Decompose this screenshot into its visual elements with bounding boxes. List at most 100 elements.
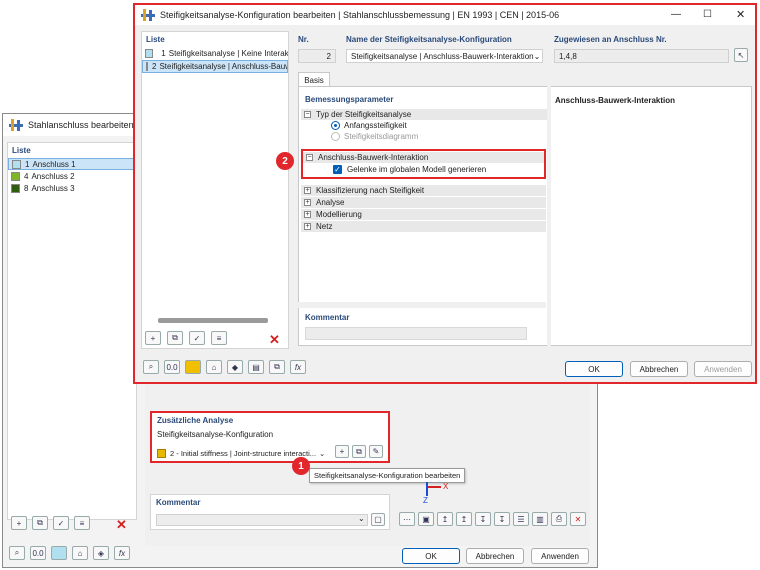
color-swatch — [157, 448, 166, 458]
view-toolbar: ⋯ ▣ ↥ ↥ ↧ ↧ ☰ ▥ ⎙ ✕ — [399, 512, 586, 526]
info-panel-title: Anschluss-Bauwerk-Interaktion — [555, 96, 676, 105]
box-icon[interactable]: ▥ — [532, 512, 548, 526]
back-ok-button[interactable]: OK — [402, 548, 460, 564]
front-cancel-button[interactable]: Abbrechen — [630, 361, 688, 377]
tree-group-type[interactable]: − Typ der Steifigkeitsanalyse — [301, 109, 547, 120]
back-apply-button[interactable]: Anwenden — [531, 548, 589, 564]
color-swatch — [146, 62, 148, 71]
save-icon[interactable]: ▤ — [248, 360, 264, 374]
search-icon[interactable]: ⌕ — [143, 360, 159, 374]
front-list-title: Liste — [146, 35, 165, 44]
list-item[interactable]: 4 Anschluss 2 — [8, 170, 136, 182]
config-label: Steifigkeitsanalyse-Konfiguration — [157, 430, 274, 439]
model-icon[interactable]: ⌂ — [72, 546, 88, 560]
badge-one: 1 — [292, 457, 310, 475]
layer-icon[interactable]: ☰ — [513, 512, 529, 526]
expand-icon[interactable]: + — [304, 187, 311, 194]
list-scrollbar[interactable] — [158, 318, 268, 323]
back-bottom-toolbar: ⌕ 0.0 ⌂ ◈ fx — [9, 546, 130, 560]
new-item-icon[interactable]: + — [11, 516, 27, 530]
front-ok-button[interactable]: OK — [565, 361, 623, 377]
badge-two: 2 — [276, 152, 294, 170]
expand-icon[interactable]: + — [304, 211, 311, 218]
tree-group-mesh[interactable]: + Netz — [301, 221, 546, 232]
model-icon[interactable]: ⌂ — [206, 360, 222, 374]
new-config-icon[interactable]: + — [335, 445, 349, 458]
axis-xz-icon[interactable]: ↥ — [437, 512, 453, 526]
radio-off-icon — [331, 132, 340, 141]
check-options-icon[interactable]: ≡ — [74, 516, 90, 530]
copy-item-icon[interactable]: ⧉ — [32, 516, 48, 530]
list-item[interactable]: 1 Steifigkeitsanalyse | Keine Interaktio… — [142, 47, 288, 60]
front-window-title: Steifigkeitsanalyse-Konfiguration bearbe… — [160, 10, 560, 20]
list-item[interactable]: 8 Anschluss 3 — [8, 182, 136, 194]
copy-icon[interactable]: ⧉ — [269, 360, 285, 374]
axis-x-line — [427, 486, 441, 488]
name-field[interactable]: Steifigkeitsanalyse | Anschluss-Bauwerk-… — [346, 49, 543, 63]
tree-group-modeling[interactable]: + Modellierung — [301, 209, 546, 220]
list-item[interactable]: 1 Anschluss 1 — [8, 158, 136, 170]
axis-yz-icon[interactable]: ↥ — [456, 512, 472, 526]
front-comment-panel: Kommentar — [301, 310, 547, 344]
reset-view-icon[interactable]: ✕ — [570, 512, 586, 526]
collapsed-groups: + Klassifizierung nach Steifigkeit + Ana… — [301, 185, 546, 232]
tree-group-interaction[interactable]: − Anschluss-Bauwerk-Interaktion — [303, 152, 544, 163]
collapse-icon[interactable]: − — [306, 154, 313, 161]
axis-z-line — [426, 482, 428, 496]
copy-config-icon[interactable]: ⧉ — [352, 445, 366, 458]
units-icon[interactable]: 0.0 — [30, 546, 46, 560]
chevron-down-icon: ⌄ — [533, 51, 541, 61]
formula-icon[interactable]: fx — [290, 360, 306, 374]
check-all-icon[interactable]: ✓ — [53, 516, 69, 530]
units-icon[interactable]: 0.0 — [164, 360, 180, 374]
tree-group-classification[interactable]: + Klassifizierung nach Steifigkeit — [301, 185, 546, 196]
check-options-icon[interactable]: ≡ — [211, 331, 227, 345]
radio-initial[interactable]: Anfangssteifigkeit — [301, 120, 547, 131]
comment-input[interactable] — [305, 327, 527, 340]
new-item-icon[interactable]: + — [145, 331, 161, 345]
edit-config-icon[interactable]: ✎ — [369, 445, 383, 458]
checkbox-generate-hinges[interactable]: ✓ Gelenke im globalen Modell generieren — [303, 163, 544, 175]
comment-extra-icon[interactable]: ▢ — [371, 513, 385, 526]
delete-icon[interactable]: ✕ — [116, 517, 127, 533]
expand-icon[interactable]: + — [304, 199, 311, 206]
front-comment-title: Kommentar — [305, 313, 350, 322]
back-cancel-button[interactable]: Abbrechen — [466, 548, 524, 564]
panel-divider — [298, 302, 546, 308]
print-icon[interactable]: ⎙ — [551, 512, 567, 526]
nr-field[interactable]: 2 — [298, 49, 336, 63]
axis-z-label: Z — [423, 496, 428, 505]
color-icon[interactable] — [51, 546, 67, 560]
display-icon[interactable]: ◆ — [227, 360, 243, 374]
nr-label: Nr. — [298, 35, 309, 44]
search-icon[interactable]: ⌕ — [9, 546, 25, 560]
minimize-icon[interactable]: — — [671, 9, 681, 20]
color-icon[interactable] — [185, 360, 201, 374]
view-icon-2[interactable]: ▣ — [418, 512, 434, 526]
axis-x-label: X — [443, 482, 449, 491]
axis-iso-icon[interactable]: ↧ — [494, 512, 510, 526]
list-item[interactable]: 2 Steifigkeitsanalyse | Anschluss-Bauwe — [142, 60, 288, 73]
render-icon[interactable]: ◈ — [93, 546, 109, 560]
chevron-down-icon[interactable]: ⌄ — [358, 514, 365, 523]
assigned-field[interactable]: 1,4,8 — [554, 49, 729, 63]
interaction-group-highlight: − Anschluss-Bauwerk-Interaktion ✓ Gelenk… — [301, 149, 546, 179]
check-all-icon[interactable]: ✓ — [189, 331, 205, 345]
axis-z-icon[interactable]: ↧ — [475, 512, 491, 526]
radio-diagram[interactable]: Steifigkeitsdiagramm — [301, 131, 547, 142]
tree-group-analysis[interactable]: + Analyse — [301, 197, 546, 208]
delete-icon[interactable]: ✕ — [269, 332, 280, 348]
tab-basis[interactable]: Basis — [298, 72, 330, 87]
expand-icon[interactable]: + — [304, 223, 311, 230]
front-apply-button[interactable]: Anwenden — [694, 361, 752, 377]
close-icon[interactable]: ✕ — [736, 8, 745, 21]
back-list-toolbar: + ⧉ ✓ ≡ — [11, 516, 90, 530]
copy-item-icon[interactable]: ⧉ — [167, 331, 183, 345]
collapse-icon[interactable]: − — [304, 111, 311, 118]
formula-icon[interactable]: fx — [114, 546, 130, 560]
comment-input[interactable] — [156, 514, 368, 526]
select-in-model-icon[interactable]: ↖ — [734, 48, 748, 62]
maximize-icon[interactable]: ☐ — [703, 9, 712, 20]
front-list-toolbar: + ⧉ ✓ ≡ — [145, 331, 227, 345]
view-icon-1[interactable]: ⋯ — [399, 512, 415, 526]
